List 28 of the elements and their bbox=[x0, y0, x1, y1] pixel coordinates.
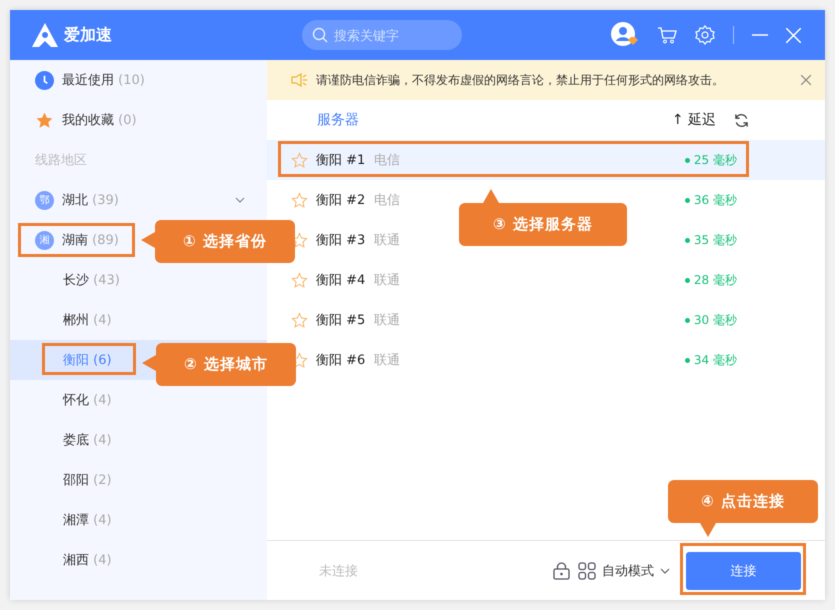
step-tooltip: ① 选择省份 bbox=[155, 220, 295, 263]
step-tooltip: ② 选择城市 bbox=[156, 343, 296, 386]
isp-label: 联通 bbox=[374, 312, 400, 329]
server-name: 衡阳 #3 bbox=[316, 232, 366, 249]
section-label: 线路地区 bbox=[35, 152, 87, 169]
region-badge: 湘 bbox=[35, 230, 54, 250]
server-name: 衡阳 #4 bbox=[316, 272, 366, 289]
isp-label: 电信 bbox=[374, 152, 400, 169]
server-name: 衡阳 #6 bbox=[316, 352, 366, 369]
latency-value: 30 毫秒 bbox=[694, 312, 737, 328]
isp-label: 联通 bbox=[374, 352, 400, 369]
latency-value: 34 毫秒 bbox=[694, 352, 737, 368]
latency-value: 35 毫秒 bbox=[694, 232, 737, 248]
latency-value: 36 毫秒 bbox=[694, 192, 737, 208]
step-tooltip: ③ 选择服务器 bbox=[459, 203, 627, 246]
latency-value: 25 毫秒 bbox=[694, 152, 737, 168]
server-name: 衡阳 #2 bbox=[316, 192, 366, 209]
step-tooltip: ④ 点击连接 bbox=[668, 480, 818, 523]
region-badge: 鄂 bbox=[35, 190, 54, 210]
app-title: 爱加速 bbox=[64, 24, 113, 46]
isp-label: 联通 bbox=[374, 232, 400, 249]
connection-status: 未连接 bbox=[319, 562, 359, 580]
server-name: 衡阳 #5 bbox=[316, 312, 366, 329]
server-name: 衡阳 #1 bbox=[316, 152, 366, 169]
isp-label: 联通 bbox=[374, 272, 400, 289]
isp-label: 电信 bbox=[374, 192, 400, 209]
latency-value: 28 毫秒 bbox=[694, 272, 737, 288]
notice-text: 请谨防电信诈骗，不得发布虚假的网络言论，禁止用于任何形式的网络攻击。 bbox=[316, 72, 725, 88]
